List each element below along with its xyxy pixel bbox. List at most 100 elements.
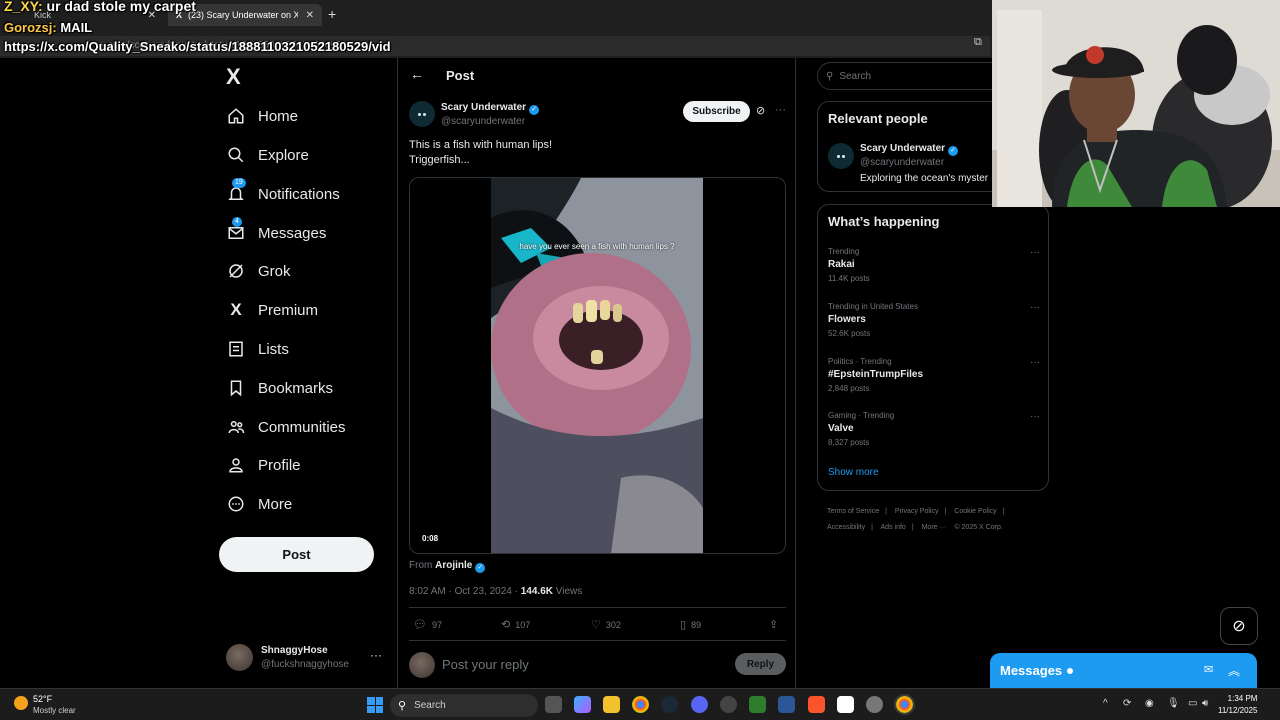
video-player[interactable]: have you ever seen a fish with human lip…: [409, 177, 786, 554]
messages-drawer[interactable]: Messages ✉ ︽: [990, 653, 1257, 688]
sidebar-item-label: Lists: [258, 340, 289, 358]
more-dots-icon[interactable]: ···: [370, 648, 382, 662]
chrome-icon[interactable]: [632, 696, 649, 713]
sidebar-item-explore[interactable]: Explore: [226, 140, 309, 170]
weather-icon[interactable]: [14, 696, 28, 710]
bookmark-icon: ▯: [680, 619, 687, 631]
more-dots-icon[interactable]: ···: [1030, 247, 1040, 258]
trend-item[interactable]: Trending Rakai 11.4K posts ···: [828, 247, 1040, 291]
show-more-link[interactable]: Show more: [828, 467, 879, 478]
tray-app-icon[interactable]: ◉: [1145, 698, 1154, 709]
app-icon[interactable]: [749, 696, 766, 713]
network-icon[interactable]: ▭: [1188, 698, 1197, 709]
author-avatar[interactable]: [409, 101, 435, 127]
windows-start-icon[interactable]: [367, 697, 383, 713]
account-switcher[interactable]: ShnaggyHose @fuckshnaggyhose ···: [226, 642, 386, 676]
sidebar-item-home[interactable]: Home: [226, 101, 298, 131]
more-dots-icon[interactable]: ···: [1030, 302, 1040, 313]
footer-link[interactable]: Accessibility: [827, 524, 865, 531]
volume-icon[interactable]: 🔊︎: [1202, 698, 1208, 709]
tray-app-icon[interactable]: ⟳: [1123, 698, 1131, 709]
brave-icon[interactable]: [808, 696, 825, 713]
avatar: [409, 652, 435, 678]
chrome-active-icon[interactable]: [894, 694, 915, 715]
trend-item[interactable]: Politics · Trending #EpsteinTrumpFiles 2,8…: [828, 357, 1040, 401]
relevant-handle[interactable]: @scaryunderwater: [860, 157, 944, 168]
verified-badge-icon: ✓: [475, 563, 486, 573]
microphone-icon[interactable]: 🎙︎: [1167, 698, 1180, 709]
video-thumbnail[interactable]: have you ever seen a fish with human lip…: [491, 178, 703, 553]
back-arrow-icon[interactable]: ←: [410, 66, 424, 82]
reply-action[interactable]: 💬︎ 97: [413, 618, 442, 631]
footer-link[interactable]: Privacy Policy: [895, 508, 939, 515]
post-column: ← Post Scary Underwater ✓ @scaryunderwate…: [397, 58, 796, 688]
home-icon: [226, 106, 246, 126]
share-action[interactable]: ⇪: [769, 618, 783, 631]
reply-button[interactable]: Reply: [735, 653, 786, 675]
search-icon: [226, 145, 246, 165]
tab-close-icon[interactable]: ✕: [306, 10, 314, 21]
footer-link[interactable]: More ···: [922, 524, 947, 531]
new-tab-button[interactable]: +: [328, 6, 336, 22]
trend-item[interactable]: Gaming · Trending Valve 8,327 posts ···: [828, 411, 1040, 455]
like-action[interactable]: ♡ 302: [591, 618, 621, 631]
author-avatar[interactable]: [828, 143, 854, 169]
notification-badge: 19: [232, 178, 246, 188]
task-view-icon[interactable]: [545, 696, 562, 713]
sidebar-item-more[interactable]: More: [226, 489, 292, 519]
relevant-name[interactable]: Scary Underwater ✓: [860, 143, 959, 156]
sidebar-item-premium[interactable]: X Premium: [226, 295, 318, 325]
settings-icon[interactable]: [866, 696, 883, 713]
file-explorer-icon[interactable]: [603, 696, 620, 713]
more-dots-icon[interactable]: ···: [1030, 357, 1040, 368]
reply-icon: 💬︎: [413, 619, 427, 631]
sidebar-item-profile[interactable]: Profile: [226, 450, 301, 480]
attribution-link[interactable]: Arojinle: [435, 560, 472, 571]
sidebar-item-label: More: [258, 495, 293, 513]
discord-icon[interactable]: [691, 696, 708, 713]
sidebar-item-lists[interactable]: Lists: [226, 334, 289, 364]
app-icon[interactable]: [778, 696, 795, 713]
sidebar-item-notifications[interactable]: 19 Notifications: [226, 178, 340, 209]
footer-link[interactable]: Ads info: [881, 524, 906, 531]
weather-temperature[interactable]: 52°F: [33, 694, 52, 704]
sidebar-item-grok[interactable]: Grok: [226, 256, 291, 286]
reply-input[interactable]: Post your reply: [442, 657, 529, 672]
repost-action[interactable]: ⟲ 107: [501, 618, 530, 631]
app-icon[interactable]: [837, 696, 854, 713]
sidebar-item-bookmarks[interactable]: Bookmarks: [226, 373, 333, 403]
more-circle-icon: [226, 494, 246, 514]
subscribe-button[interactable]: Subscribe: [683, 101, 750, 122]
clock[interactable]: 1:34 PM 11/12/2025: [1218, 693, 1257, 717]
grok-floating-button[interactable]: ⊘: [1220, 607, 1258, 645]
weather-description[interactable]: Mostly clear: [33, 706, 76, 715]
sidebar-item-label: Grok: [258, 262, 291, 280]
copilot-icon[interactable]: [574, 696, 591, 713]
divider: [409, 607, 786, 608]
more-dots-icon[interactable]: ···: [1030, 411, 1040, 422]
steam-icon[interactable]: [661, 696, 678, 713]
sidebar-item-label: Bookmarks: [258, 379, 334, 397]
messages-title: Messages: [1000, 663, 1063, 678]
footer-link[interactable]: Cookie Policy: [954, 508, 996, 515]
search-icon: ⚲: [398, 700, 407, 712]
x-logo-icon[interactable]: X: [226, 64, 248, 89]
sidebar-item-messages[interactable]: 4 Messages: [226, 217, 326, 248]
chevron-up-icon[interactable]: ︽: [1228, 662, 1240, 679]
tab-label: (23) Scary Underwater on X: "Th: [188, 10, 298, 20]
author-name[interactable]: Scary Underwater ✓: [441, 102, 540, 115]
trend-item[interactable]: Trending in United States Flowers 52.6K po…: [828, 302, 1040, 346]
post-meta: 8:02 AM · Oct 23, 2024 · 144.6K Views: [409, 586, 583, 597]
chevron-up-icon[interactable]: ^: [1103, 698, 1108, 709]
post-button[interactable]: Post: [219, 537, 374, 572]
app-icon[interactable]: [720, 696, 737, 713]
taskbar-search[interactable]: ⚲ Search: [390, 694, 538, 717]
sidebar-item-communities[interactable]: Communities: [226, 412, 346, 442]
more-dots-icon[interactable]: ···: [775, 104, 786, 116]
bookmark-action[interactable]: ▯ 89: [680, 618, 701, 631]
author-handle[interactable]: @scaryunderwater: [441, 116, 525, 127]
cast-icon[interactable]: ⧉: [974, 36, 982, 49]
compose-message-icon[interactable]: ✉: [1204, 663, 1213, 676]
grok-explain-icon[interactable]: ⊘: [756, 104, 765, 117]
footer-link[interactable]: Terms of Service: [827, 508, 879, 515]
